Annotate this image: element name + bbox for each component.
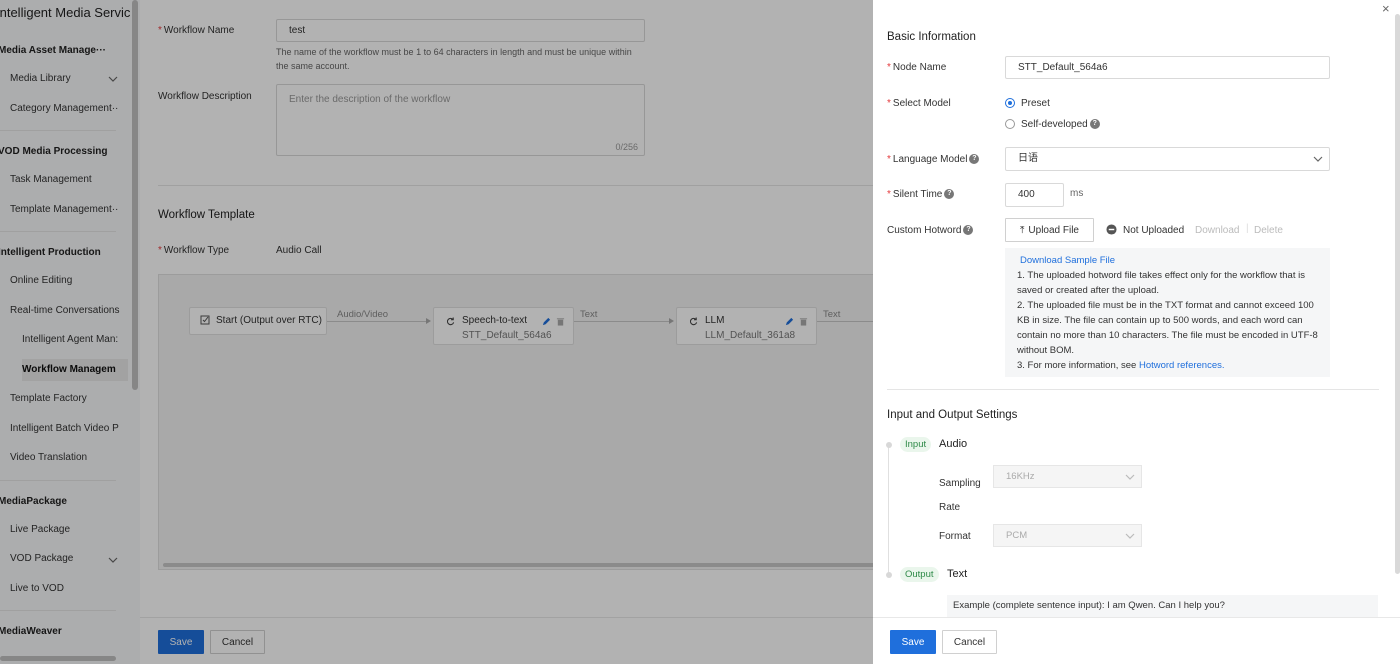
silent-time-label: * Silent Time? (887, 189, 955, 200)
hotword-note-3: 3. For more information, see Hotword ref… (1017, 358, 1318, 373)
upload-file-label: Upload File (1028, 224, 1079, 236)
upload-icon: ⤒ (1019, 224, 1025, 236)
node-config-drawer: × Basic Information * Node Name STT_Defau… (873, 0, 1400, 664)
minus-circle-icon (1106, 224, 1117, 235)
close-icon[interactable]: × (1382, 2, 1390, 15)
output-tag: Output (900, 567, 939, 582)
delete-link[interactable]: Delete (1254, 225, 1283, 236)
section-divider (887, 389, 1379, 390)
select-model-label: * Select Model (887, 98, 951, 109)
model-preset-radio[interactable] (1005, 98, 1015, 108)
drawer-scrollbar[interactable] (1395, 14, 1400, 574)
node-name-label-text: Node Name (892, 62, 947, 73)
hotword-note-2: 2. The uploaded file must be in the TXT … (1017, 300, 1318, 356)
hotword-upload-status: Not Uploaded (1123, 225, 1185, 236)
chevron-down-icon (1125, 474, 1135, 480)
sampling-rate-select: 16KHz (993, 465, 1142, 488)
model-preset-label[interactable]: Preset (1021, 98, 1050, 109)
drawer-save-button[interactable]: Save (890, 630, 936, 654)
silent-time-unit: ms (1070, 188, 1084, 199)
silent-time-input[interactable]: 400 (1005, 183, 1064, 207)
model-self-developed-label[interactable]: Self-developed? (1021, 119, 1100, 130)
drawer-cancel-button[interactable]: Cancel (942, 630, 997, 654)
hotword-note-3-text: 3. For more information, see (1017, 360, 1137, 371)
required-mark: * (887, 62, 891, 73)
help-icon[interactable]: ? (969, 154, 980, 165)
language-model-select[interactable]: 日语 (1005, 147, 1330, 171)
required-mark: * (887, 189, 891, 200)
sampling-rate-label: Sampling Rate (939, 478, 981, 513)
format-value: PCM (1006, 530, 1028, 541)
drawer-footer: Save Cancel (873, 617, 1400, 664)
link-separator: | (1246, 223, 1249, 234)
required-mark: * (887, 98, 891, 109)
model-self-developed-radio[interactable] (1005, 119, 1015, 129)
format-label: Format (939, 531, 971, 542)
output-example: Example (complete sentence input): I am … (947, 595, 1378, 617)
io-settings-title: Input and Output Settings (887, 409, 1018, 421)
silent-time-label-text: Silent Time (892, 189, 943, 200)
chevron-down-icon (1313, 156, 1323, 162)
hotword-info-box: Download Sample File 1. The uploaded hot… (1005, 248, 1330, 377)
help-icon[interactable]: ? (944, 189, 955, 200)
help-icon[interactable]: ? (963, 225, 974, 236)
download-sample-link[interactable]: Download Sample File (1017, 253, 1318, 268)
sampling-rate-value: 16KHz (1006, 471, 1035, 482)
format-select: PCM (993, 524, 1142, 547)
hotword-references-link[interactable]: Hotword references. (1139, 360, 1225, 371)
download-link[interactable]: Download (1195, 225, 1239, 236)
timeline-dot (886, 442, 892, 448)
help-icon[interactable]: ? (1089, 119, 1100, 130)
input-type: Audio (939, 438, 968, 450)
language-model-label-text: Language Model (892, 154, 968, 165)
timeline-dot (886, 572, 892, 578)
node-name-label: * Node Name (887, 62, 946, 73)
model-self-developed-text: Self-developed (1021, 119, 1088, 130)
basic-information-title: Basic Information (887, 31, 976, 43)
modal-overlay[interactable] (0, 0, 873, 664)
custom-hotword-label-text: Custom Hotword (887, 225, 962, 236)
io-timeline (888, 444, 889, 576)
language-model-value: 日语 (1018, 153, 1038, 164)
hotword-note-1: 1. The uploaded hotword file takes effec… (1017, 270, 1305, 296)
chevron-down-icon (1125, 533, 1135, 539)
required-mark: * (887, 154, 891, 165)
output-type: Text (947, 568, 968, 580)
upload-file-button[interactable]: ⤒ Upload File (1005, 218, 1094, 242)
node-name-input[interactable]: STT_Default_564a6 (1005, 56, 1330, 79)
language-model-label: * Language Model? (887, 154, 980, 165)
input-tag: Input (900, 437, 932, 452)
select-model-label-text: Select Model (892, 98, 951, 109)
custom-hotword-label: Custom Hotword? (887, 225, 974, 236)
